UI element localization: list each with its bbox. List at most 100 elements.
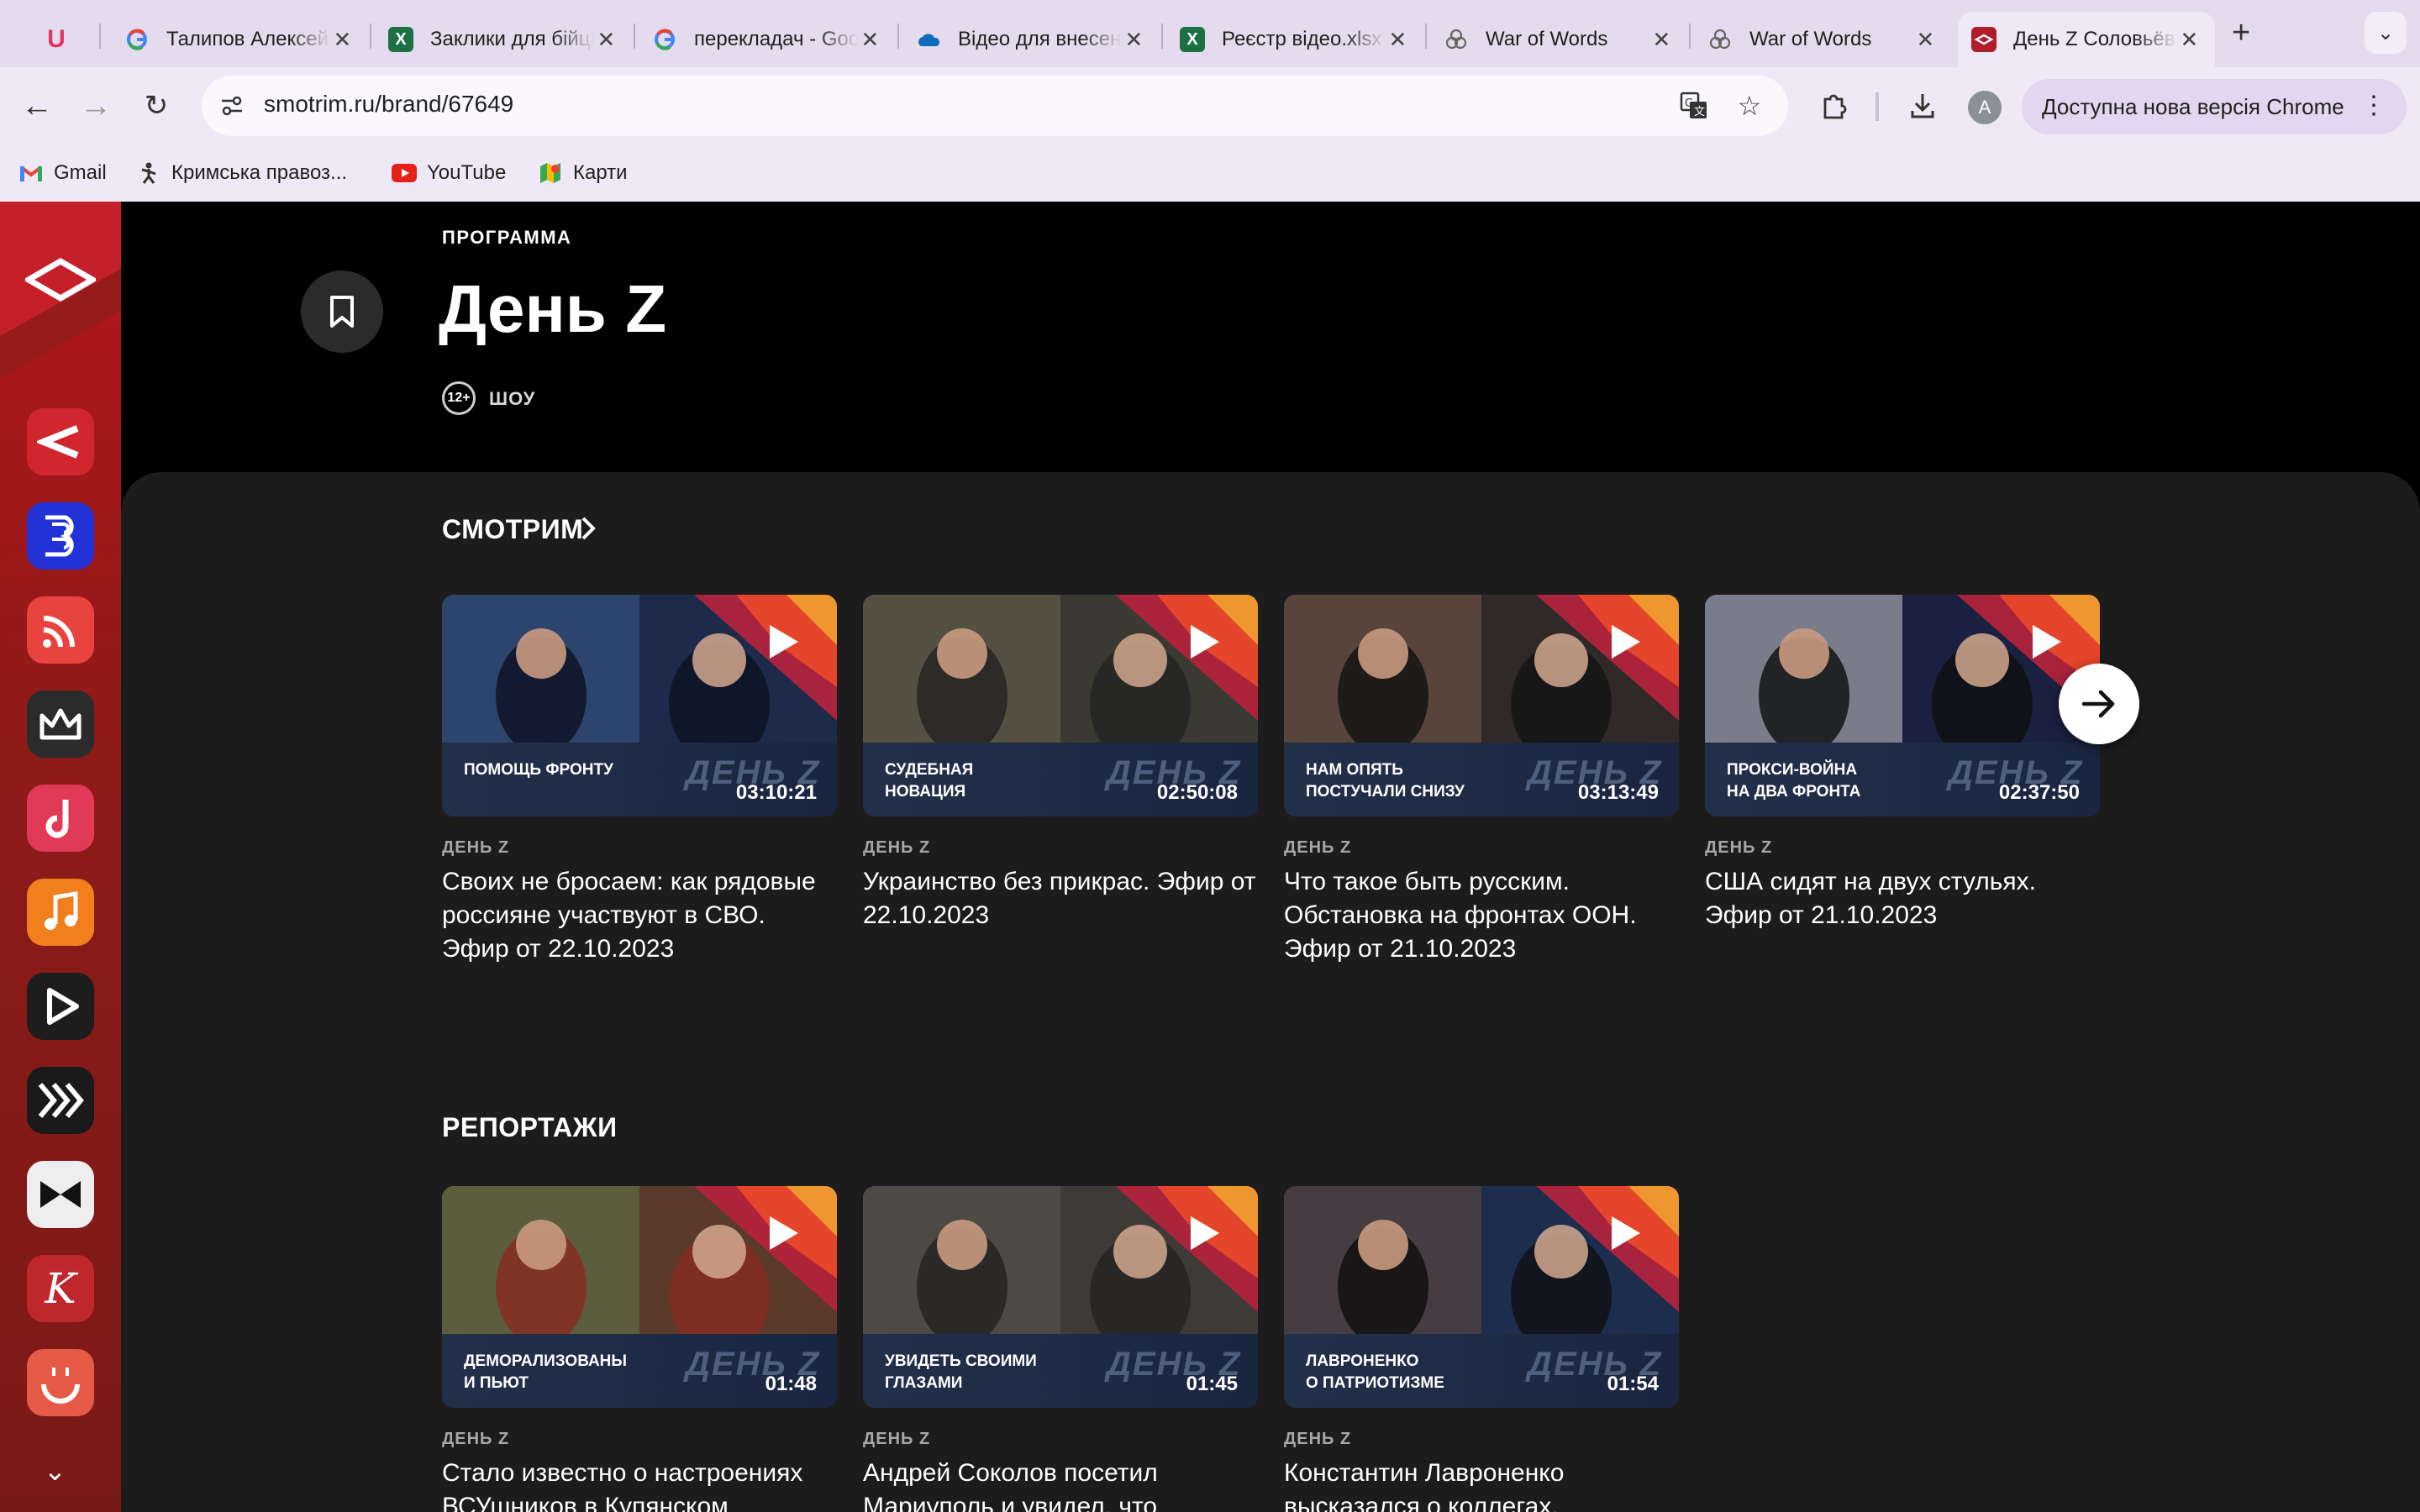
bookmark-label: Gmail [54,161,107,184]
more-menu-icon[interactable]: ⋮ [2361,91,2386,120]
save-program-button[interactable] [301,270,383,353]
tab-title: War of Words [1749,28,1872,50]
tab-separator [897,24,899,49]
bookmark-maps[interactable]: Карти [538,156,628,190]
chevrons-app-icon[interactable] [27,1067,94,1134]
video-duration: 01:54 [1607,1373,1659,1395]
close-tab-icon[interactable]: ✕ [330,27,355,53]
close-tab-icon[interactable]: ✕ [1913,27,1938,53]
site-settings-icon[interactable] [215,89,249,123]
translate-icon[interactable]: G文 [1677,89,1711,123]
card-kicker: ДЕНЬ Z [1284,838,1352,857]
video-thumbnail[interactable]: УВИДЕТЬ СВОИМИ ГЛАЗАМИ ДЕНЬ Z 01:45 [863,1186,1258,1408]
bookmark-gmail[interactable]: Gmail [18,156,107,190]
close-tab-icon[interactable]: ✕ [594,27,618,53]
card-title[interactable]: США сидят на двух стульях. Эфир от 21.10… [1705,865,2100,932]
brand-triangle-graphic [1115,1186,1258,1312]
browser-tab[interactable]: X Реєстр відео.xlsx ✕ [1166,12,1423,67]
card-title[interactable]: Украинство без прикрас. Эфир от 22.10.20… [863,865,1258,932]
arrow-right-icon [2081,690,2115,718]
tab-search-button[interactable]: ⌄ [2365,12,2407,54]
network-icon [1444,27,1469,52]
video-thumbnail[interactable]: ДЕМОРАЛИЗОВАНЫ И ПЬЮТ ДЕНЬ Z 01:48 [442,1186,837,1408]
video-thumbnail[interactable]: СУДЕБНАЯ НОВАЦИЯ ДЕНЬ Z 02:50:08 [863,595,1258,816]
bookmark-crimea[interactable]: Кримська правоз... [136,156,347,190]
close-tab-icon[interactable]: ✕ [1386,27,1410,53]
browser-tab[interactable]: День Z Соловьёв ✕ [1958,12,2215,67]
onedrive-icon [916,27,941,52]
reload-button[interactable]: ↻ [138,87,175,124]
browser-tab[interactable]: War of Words ✕ [1694,12,1951,67]
figure-icon [136,160,161,186]
network-icon [1707,27,1733,52]
close-tab-icon[interactable]: ✕ [2177,27,2202,53]
video-duration: 01:45 [1186,1373,1238,1395]
url-text[interactable]: smotrim.ru/brand/67649 [264,91,513,118]
tab-title: War of Words [1486,28,1608,50]
thumbnail-caption: ПРОКСИ-ВОЙНА НА ДВА ФРОНТА [1727,761,1861,801]
b-app-icon[interactable] [27,502,94,570]
brand-triangle-graphic [1115,595,1258,721]
smotrim-logo-icon[interactable] [23,256,98,303]
k-app-icon[interactable]: K [27,1255,94,1322]
bookmark-youtube[interactable]: YouTube [392,156,506,190]
page-title: День Z [439,271,667,346]
tab-title: Талипов Алексей [166,28,329,50]
tab-separator [99,24,101,49]
avatar[interactable]: A [1968,91,2002,124]
tab-separator [1689,24,1691,49]
card-title[interactable]: Что такое быть русским. Обстановка на фр… [1284,865,1679,966]
tab-separator [1161,24,1163,49]
toolbar-divider [1876,92,1879,121]
podcast-app-icon[interactable] [27,596,94,664]
video-thumbnail[interactable]: ПРОКСИ-ВОЙНА НА ДВА ФРОНТА ДЕНЬ Z 02:37:50 [1705,595,2100,816]
brand-triangle-graphic [694,595,837,721]
close-tab-icon[interactable]: ✕ [1122,27,1146,53]
crown-app-icon[interactable] [27,690,94,758]
card-title[interactable]: Константин Лавроненко высказался о колле… [1284,1457,1679,1512]
profile-tab[interactable]: U [37,12,76,67]
card-title[interactable]: Своих не бросаем: как рядовые россияне у… [442,865,837,966]
tab-title: перекладач - Google [694,28,858,50]
new-tab-button[interactable]: + [2232,15,2250,51]
forward-button[interactable]: → [77,87,114,124]
music-app-icon[interactable] [27,879,94,946]
video-thumbnail[interactable]: ПОМОЩЬ ФРОНТУ ДЕНЬ Z 03:10:21 [442,595,837,816]
chevron-right-icon[interactable] [578,514,598,547]
play-icon [1612,625,1640,659]
svg-text:G: G [1685,97,1693,110]
download-icon[interactable] [1904,87,1941,124]
card-kicker: ДЕНЬ Z [1705,838,1773,857]
browser-tab[interactable]: Талипов Алексей ✕ [111,12,368,67]
star-bookmark-icon[interactable]: ☆ [1733,89,1766,123]
chevron-down-icon[interactable]: ⌄ [44,1455,66,1487]
smotrim-app-icon[interactable] [27,408,94,475]
close-tab-icon[interactable]: ✕ [858,27,882,53]
update-label: Доступна нова версія Chrome [2042,93,2344,119]
play-icon [770,625,798,659]
back-button[interactable]: ← [18,87,55,124]
browser-tab[interactable]: Відео для внесення✕ [902,12,1160,67]
card-kicker: ДЕНЬ Z [863,838,931,857]
card-kicker: ДЕНЬ Z [442,1430,510,1448]
browser-tab[interactable]: перекладач - Google✕ [639,12,896,67]
face-app-icon[interactable] [27,1349,94,1416]
note-app-icon[interactable] [27,785,94,852]
program-label: ПРОГРАММА [442,227,572,248]
chrome-update-button[interactable]: Доступна нова версія Chrome ⋮ [2022,79,2407,134]
extensions-icon[interactable] [1815,87,1852,124]
video-thumbnail[interactable]: ЛАВРОНЕНКО О ПАТРИОТИЗМЕ ДЕНЬ Z 01:54 [1284,1186,1679,1408]
play-app-icon[interactable] [27,973,94,1040]
card-title[interactable]: Андрей Соколов посетил Мариуполь и увиде… [863,1457,1258,1512]
browser-tab[interactable]: X Заклики для бійців ✕ [375,12,632,67]
section-title-watching[interactable]: СМОТРИМ [442,514,583,545]
brand-triangle-graphic [1536,1186,1679,1312]
bowtie-app-icon[interactable] [27,1161,94,1228]
browser-tab[interactable]: War of Words ✕ [1430,12,1687,67]
youtube-icon [392,160,417,186]
card-title[interactable]: Стало известно о настроениях ВСУшников в… [442,1457,837,1512]
close-tab-icon[interactable]: ✕ [1649,27,1674,53]
video-duration: 03:10:21 [735,781,817,804]
carousel-next-button[interactable] [2059,664,2139,744]
video-thumbnail[interactable]: НАМ ОПЯТЬ ПОСТУЧАЛИ СНИЗУ ДЕНЬ Z 03:13:49 [1284,595,1679,816]
